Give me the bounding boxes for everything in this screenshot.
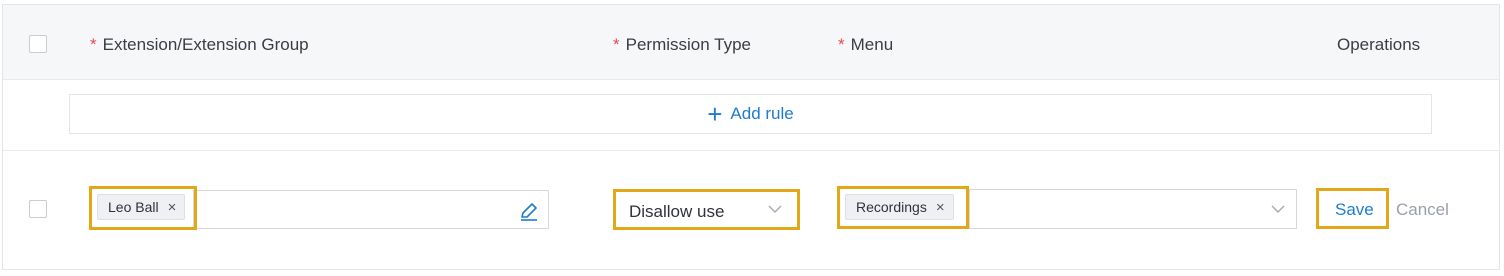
header-menu: * Menu [838,35,893,55]
plus-icon: + [707,99,723,129]
required-mark: * [90,35,97,54]
header-operations: Operations [1337,35,1421,54]
extension-tag-label: Leo Ball [108,199,159,215]
header-extension-label: Extension/Extension Group [102,35,309,54]
menu-select[interactable] [969,189,1297,229]
add-rule-label: Add rule [730,104,794,123]
permission-rules-table: * Extension/Extension Group * Permission T… [2,4,1500,270]
menu-tag-label: Recordings [856,199,927,215]
divider [3,150,1499,151]
chevron-down-icon [768,205,782,213]
cancel-button[interactable]: Cancel [1396,200,1449,220]
table-header: * Extension/Extension Group * Permission T… [3,5,1499,80]
chevron-down-icon [1271,205,1285,213]
permission-type-value: Disallow use [629,202,725,221]
header-menu-label: Menu [850,35,894,54]
header-permission-type: * Permission Type [613,35,751,55]
header-permission-label: Permission Type [625,35,751,54]
required-mark: * [838,35,845,54]
close-icon[interactable]: × [936,199,945,216]
extension-tag: Leo Ball × [97,194,186,220]
required-mark: * [613,35,620,54]
menu-tag-highlight: Recordings × [837,186,969,229]
header-extension: * Extension/Extension Group [90,35,309,55]
edit-icon[interactable] [519,201,539,221]
menu-tag: Recordings × [845,194,954,220]
select-all-checkbox[interactable] [29,35,47,53]
row-checkbox[interactable] [29,200,47,218]
extension-field[interactable] [193,190,549,229]
extension-tag-highlight: Leo Ball × [89,186,197,230]
save-button[interactable]: Save [1335,200,1374,220]
save-button-highlight: Save [1316,188,1389,229]
permission-type-select[interactable]: Disallow use [613,189,800,230]
add-rule-button[interactable]: + Add rule [69,94,1432,134]
close-icon[interactable]: × [168,199,177,216]
